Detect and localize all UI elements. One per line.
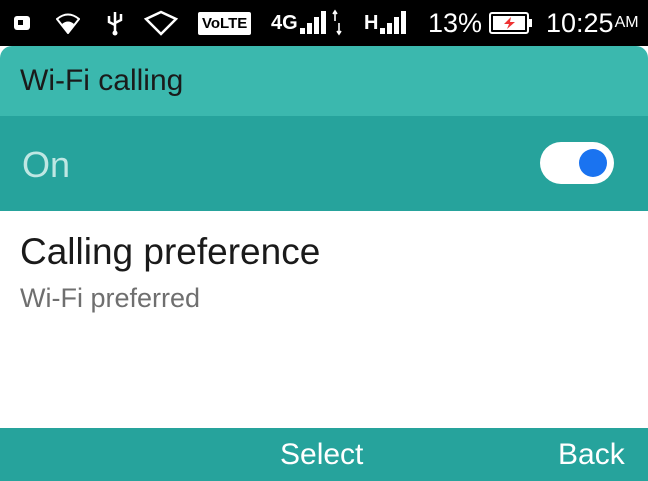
shield-icon bbox=[144, 0, 178, 46]
switch-knob bbox=[579, 149, 607, 177]
softkey-bar: Select Back bbox=[0, 428, 648, 481]
volte-badge: VoLTE bbox=[198, 0, 252, 46]
usb-icon bbox=[106, 0, 124, 46]
select-softkey[interactable]: Select bbox=[280, 438, 363, 472]
signal-bars-2-icon bbox=[380, 11, 407, 34]
battery-percent: 13% bbox=[428, 7, 483, 38]
app-header: Wi-Fi calling bbox=[0, 46, 648, 116]
signal-bars-icon bbox=[299, 11, 326, 34]
wifi-icon bbox=[56, 0, 80, 46]
battery-charging-icon bbox=[489, 0, 533, 46]
wifi-calling-switch[interactable] bbox=[540, 142, 614, 184]
network-4g-indicator: 4G bbox=[271, 0, 342, 46]
network-h-indicator: H bbox=[364, 0, 410, 46]
calling-preference-item[interactable]: Calling preference Wi-Fi preferred bbox=[0, 211, 648, 331]
status-bar: VoLTE 4G H 13% 10:25 AM bbox=[0, 0, 648, 46]
page-title: Wi-Fi calling bbox=[20, 64, 184, 97]
toggle-label: On bbox=[22, 144, 71, 185]
back-softkey[interactable]: Back bbox=[558, 438, 625, 472]
notification-icon bbox=[14, 0, 30, 46]
wifi-calling-screen: VoLTE 4G H 13% 10:25 AM Wi-Fi calling On bbox=[0, 0, 648, 481]
data-arrows-icon bbox=[332, 9, 342, 36]
calling-preference-title: Calling preference bbox=[20, 231, 321, 272]
clock: 10:25 AM bbox=[546, 7, 639, 38]
calling-preference-value: Wi-Fi preferred bbox=[20, 283, 201, 313]
